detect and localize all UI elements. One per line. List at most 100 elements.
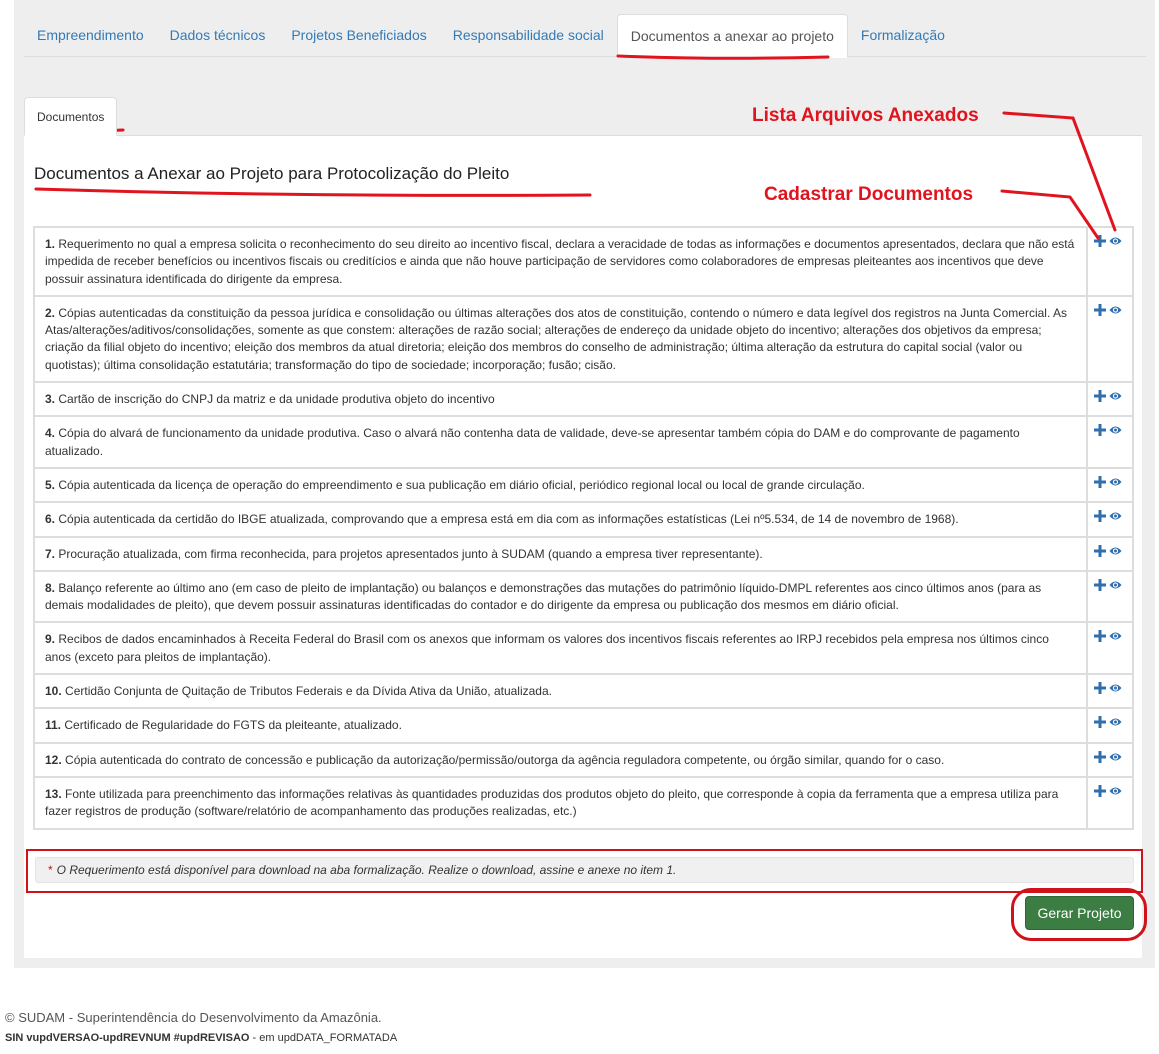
plus-icon[interactable] <box>1094 475 1108 490</box>
required-star: * <box>48 863 53 877</box>
plus-icon[interactable] <box>1094 750 1108 765</box>
document-number: 13. <box>45 786 62 801</box>
table-row: 1. Requerimento no qual a empresa solici… <box>33 226 1134 297</box>
document-description: 11. Certificado de Regularidade do FGTS … <box>33 707 1088 744</box>
plus-icon[interactable] <box>1094 390 1108 404</box>
eye-icon[interactable] <box>1109 235 1123 249</box>
plus-icon[interactable] <box>1094 544 1108 559</box>
version-label: SIN vupdVERSAO-updREVNUM #updREVISAO <box>5 1032 250 1044</box>
document-actions <box>1086 569 1134 624</box>
document-text: Cópia autenticada do contrato de concess… <box>65 752 945 767</box>
annotation-register-docs: Cadastrar Documentos <box>764 184 974 205</box>
document-actions <box>1086 415 1134 469</box>
document-actions <box>1086 294 1134 384</box>
tab-dados-t-cnicos[interactable]: Dados técnicos <box>157 14 279 57</box>
document-description: 6. Cópia autenticada da certidão do IBGE… <box>33 501 1088 538</box>
eye-icon[interactable] <box>1109 716 1123 730</box>
table-row: 6. Cópia autenticada da certidão do IBGE… <box>33 501 1134 538</box>
document-number: 6. <box>45 512 56 527</box>
documents-panel: Documentos a Anexar ao Projeto para Prot… <box>24 135 1147 958</box>
document-number: 12. <box>45 752 62 767</box>
eye-icon[interactable] <box>1109 579 1123 593</box>
document-number: 4. <box>45 426 56 441</box>
document-text: Recibos de dados encaminhados à Receita … <box>45 632 1049 664</box>
eye-icon[interactable] <box>1109 510 1123 524</box>
document-description: 12. Cópia autenticada do contrato de con… <box>33 741 1088 778</box>
page-title: Documentos a Anexar ao Projeto para Prot… <box>34 164 510 183</box>
document-description: 9. Recibos de dados encaminhados à Recei… <box>33 621 1088 676</box>
document-text: Balanço referente ao último ano (em caso… <box>45 580 1042 613</box>
document-text: Cópia do alvará de funcionamento da unid… <box>45 426 1020 458</box>
document-description: 2. Cópias autenticadas da constituição d… <box>33 294 1088 384</box>
note-text: O Requerimento está disponível para down… <box>56 863 677 877</box>
document-actions <box>1086 707 1134 744</box>
documents-table: 1. Requerimento no qual a empresa solici… <box>33 226 1134 830</box>
document-actions <box>1086 466 1134 504</box>
table-row: 5. Cópia autenticada da licença de opera… <box>33 466 1134 504</box>
document-actions <box>1086 381 1134 418</box>
document-description: 13. Fonte utilizada para preenchimento d… <box>33 775 1088 830</box>
table-row: 7. Procuração atualizada, com firma reco… <box>33 535 1134 572</box>
plus-icon[interactable] <box>1094 510 1108 524</box>
document-text: Fonte utilizada para preenchimento das i… <box>45 786 1059 819</box>
generate-project-button[interactable]: Gerar Projeto <box>1025 896 1134 930</box>
document-text: Procuração atualizada, com firma reconhe… <box>58 546 763 561</box>
eye-icon[interactable] <box>1109 424 1123 438</box>
version-date: - em updDATA_FORMATADA <box>249 1032 398 1044</box>
note-highlight: * O Requerimento está disponível para dow… <box>26 849 1143 893</box>
tab-empreendimento[interactable]: Empreendimento <box>24 14 157 57</box>
eye-icon[interactable] <box>1109 785 1123 799</box>
document-description: 10. Certidão Conjunta de Quitação de Tri… <box>33 673 1088 710</box>
document-description: 7. Procuração atualizada, com firma reco… <box>33 535 1088 572</box>
plus-icon[interactable] <box>1094 424 1108 438</box>
plus-icon[interactable] <box>1094 682 1108 696</box>
document-number: 5. <box>45 477 56 492</box>
document-description: 1. Requerimento no qual a empresa solici… <box>33 226 1088 297</box>
table-row: 9. Recibos de dados encaminhados à Recei… <box>33 621 1134 676</box>
document-text: Certificado de Regularidade do FGTS da p… <box>64 718 402 733</box>
document-number: 3. <box>45 392 56 407</box>
document-number: 7. <box>45 546 56 561</box>
tab-documentos-a-anexar-ao-projeto[interactable]: Documentos a anexar ao projeto <box>616 14 848 58</box>
plus-icon[interactable] <box>1094 235 1108 249</box>
document-actions <box>1086 673 1134 710</box>
eye-icon[interactable] <box>1109 476 1123 490</box>
document-text: Cópia autenticada da certidão do IBGE at… <box>58 512 959 527</box>
annotation-list-files: Lista Arquivos Anexados <box>752 105 979 126</box>
plus-icon[interactable] <box>1094 716 1108 730</box>
eye-icon[interactable] <box>1109 751 1123 765</box>
plus-icon[interactable] <box>1094 578 1108 593</box>
main-tabs: Empreendimento Dados técnicos Projetos Ben… <box>24 14 1146 58</box>
document-text: Requerimento no qual a empresa solicita … <box>45 237 1075 286</box>
document-description: 5. Cópia autenticada da licença de opera… <box>33 466 1088 504</box>
document-actions <box>1086 775 1134 830</box>
table-row: 3. Cartão de inscrição do CNPJ da matriz… <box>33 381 1134 418</box>
eye-icon[interactable] <box>1109 390 1123 404</box>
eye-icon[interactable] <box>1109 304 1123 318</box>
eye-icon[interactable] <box>1109 682 1123 696</box>
table-row: 8. Balanço referente ao último ano (em c… <box>33 569 1134 624</box>
footer-copyright: © SUDAM - Superintendência do Desenvolvi… <box>5 1010 382 1025</box>
document-text: Cartão de inscrição do CNPJ da matriz e … <box>58 392 495 407</box>
tab-formaliza-o[interactable]: Formalização <box>848 14 958 57</box>
tab-responsabilidade-social[interactable]: Responsabilidade social <box>440 14 617 57</box>
table-row: 2. Cópias autenticadas da constituição d… <box>33 294 1134 384</box>
document-description: 3. Cartão de inscrição do CNPJ da matriz… <box>33 381 1088 418</box>
document-number: 10. <box>45 684 62 699</box>
plus-icon[interactable] <box>1094 630 1108 644</box>
eye-icon[interactable] <box>1109 545 1123 559</box>
document-number: 1. <box>45 237 56 251</box>
tab-projetos-beneficiados[interactable]: Projetos Beneficiados <box>278 14 439 57</box>
plus-icon[interactable] <box>1094 784 1108 799</box>
document-number: 2. <box>45 305 56 320</box>
document-text: Cópia autenticada da licença de operação… <box>58 477 865 492</box>
document-actions <box>1086 501 1134 538</box>
document-number: 9. <box>45 632 56 647</box>
table-row: 13. Fonte utilizada para preenchimento d… <box>33 775 1134 830</box>
tab-documentos[interactable]: Documentos <box>24 97 118 136</box>
eye-icon[interactable] <box>1109 630 1123 644</box>
table-row: 12. Cópia autenticada do contrato de con… <box>33 741 1134 778</box>
plus-icon[interactable] <box>1094 303 1108 318</box>
document-actions <box>1086 226 1134 297</box>
document-actions <box>1086 741 1134 778</box>
